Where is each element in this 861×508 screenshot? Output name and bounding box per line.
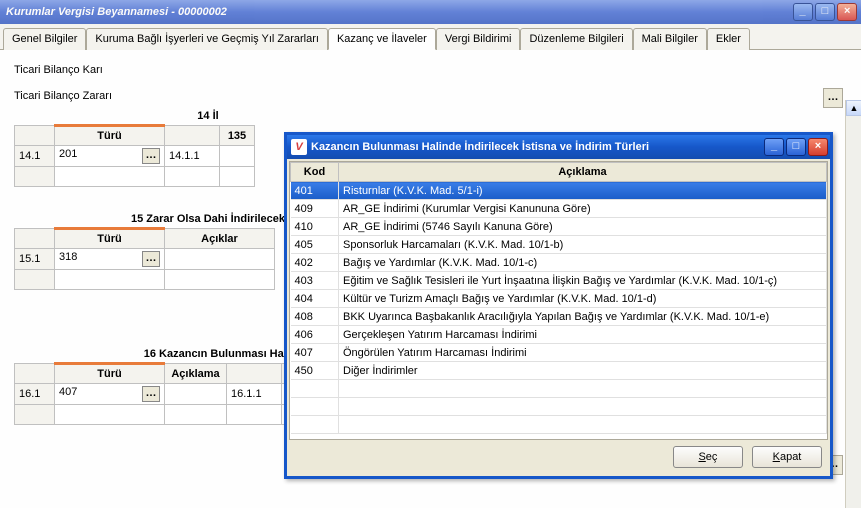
- close-dialog-button[interactable]: Kapat: [752, 446, 822, 468]
- lookup-button[interactable]: …: [142, 148, 160, 164]
- tab-2[interactable]: Kazanç ve İlaveler: [328, 28, 436, 50]
- lookup-button[interactable]: …: [142, 386, 160, 402]
- modal-cell-aciklama: BKK Uyarınca Başbakanlık Aracılığıyla Ya…: [339, 308, 827, 326]
- modal-row[interactable]: 406Gerçekleşen Yatırım Harcaması İndirim…: [291, 326, 827, 344]
- col-turu: Türü: [55, 126, 165, 146]
- modal-cell-aciklama: Gerçekleşen Yatırım Harcaması İndirimi: [339, 326, 827, 344]
- modal-cell-kod: 450: [291, 362, 339, 380]
- modal-title: Kazancın Bulunması Halinde İndirilecek İ…: [311, 141, 764, 153]
- modal-row-empty[interactable]: [291, 398, 827, 416]
- modal-row[interactable]: 402Bağış ve Yardımlar (K.V.K. Mad. 10/1-…: [291, 254, 827, 272]
- grid-14: Türü 135 14.1 201 … 14.1.1: [14, 124, 255, 187]
- modal-col-aciklama: Açıklama: [339, 163, 827, 182]
- cell-val2[interactable]: [220, 146, 255, 167]
- modal-cell-aciklama: Kültür ve Turizm Amaçlı Bağış ve Yardıml…: [339, 290, 827, 308]
- tab-3[interactable]: Vergi Bildirimi: [436, 28, 521, 50]
- modal-cell-aciklama: Bağış ve Yardımlar (K.V.K. Mad. 10/1-c): [339, 254, 827, 272]
- modal-row-empty[interactable]: [291, 416, 827, 434]
- row-index: 15.1: [15, 249, 55, 270]
- grid-15: Türü Açıklar 15.1 318 …: [14, 227, 275, 290]
- vertical-scrollbar[interactable]: ▲ ▼: [845, 100, 861, 508]
- cell-turu[interactable]: 318 …: [55, 249, 165, 270]
- modal-window-buttons: _ □ ×: [764, 138, 830, 156]
- modal-cell-kod: 406: [291, 326, 339, 344]
- lookup-button[interactable]: …: [142, 251, 160, 267]
- cell-turu[interactable]: 201 …: [55, 146, 165, 167]
- col-turu: Türü: [55, 364, 165, 384]
- modal-cell-aciklama: Diğer İndirimler: [339, 362, 827, 380]
- app-icon: V: [291, 139, 307, 155]
- modal-row[interactable]: 407Öngörülen Yatırım Harcaması İndirimi: [291, 344, 827, 362]
- tab-1[interactable]: Kuruma Bağlı İşyerleri ve Geçmiş Yıl Zar…: [86, 28, 328, 50]
- modal-cell-kod: 405: [291, 236, 339, 254]
- modal-cell-aciklama: AR_GE İndirimi (Kurumlar Vergisi Kanunun…: [339, 200, 827, 218]
- table-row[interactable]: [15, 167, 255, 187]
- modal-cell-kod: 404: [291, 290, 339, 308]
- modal-body: Kod Açıklama 401Risturnlar (K.V.K. Mad. …: [287, 159, 830, 476]
- table-row[interactable]: 15.1 318 …: [15, 249, 275, 270]
- modal-cell-aciklama: AR_GE İndirimi (5746 Sayılı Kanuna Göre): [339, 218, 827, 236]
- modal-row[interactable]: 404Kültür ve Turizm Amaçlı Bağış ve Yard…: [291, 290, 827, 308]
- modal-row[interactable]: 410AR_GE İndirimi (5746 Sayılı Kanuna Gö…: [291, 218, 827, 236]
- modal-cell-kod: 408: [291, 308, 339, 326]
- cell-subidx: 16.1.1: [227, 384, 282, 405]
- modal-grid[interactable]: Kod Açıklama 401Risturnlar (K.V.K. Mad. …: [289, 161, 828, 440]
- tab-0[interactable]: Genel Bilgiler: [3, 28, 86, 50]
- modal-cell-aciklama: Risturnlar (K.V.K. Mad. 5/1-i): [339, 182, 827, 200]
- modal-cell-kod: 407: [291, 344, 339, 362]
- modal-close-button[interactable]: ×: [808, 138, 828, 156]
- modal-col-kod: Kod: [291, 163, 339, 182]
- cell-turu[interactable]: 407 …: [55, 384, 165, 405]
- col-aciklama: Açıklama: [165, 364, 227, 384]
- modal-titlebar[interactable]: V Kazancın Bulunması Halinde İndirilecek…: [287, 135, 830, 159]
- modal-row[interactable]: 408BKK Uyarınca Başbakanlık Aracılığıyla…: [291, 308, 827, 326]
- col-turu: Türü: [55, 229, 165, 249]
- modal-cell-kod: 409: [291, 200, 339, 218]
- modal-row[interactable]: 403Eğitim ve Sağlık Tesisleri ile Yurt İ…: [291, 272, 827, 290]
- tab-bar: Genel BilgilerKuruma Bağlı İşyerleri ve …: [0, 24, 861, 50]
- modal-cell-kod: 410: [291, 218, 339, 236]
- modal-row[interactable]: 405Sponsorluk Harcamaları (K.V.K. Mad. 1…: [291, 236, 827, 254]
- scroll-up-icon[interactable]: ▲: [846, 100, 861, 116]
- tab-4[interactable]: Düzenleme Bilgileri: [520, 28, 632, 50]
- tab-6[interactable]: Ekler: [707, 28, 750, 50]
- close-button[interactable]: ×: [837, 3, 857, 21]
- modal-minimize-button[interactable]: _: [764, 138, 784, 156]
- col-aciklama-15: Açıklar: [165, 229, 275, 249]
- modal-cell-aciklama: Sponsorluk Harcamaları (K.V.K. Mad. 10/1…: [339, 236, 827, 254]
- col-135: 135: [220, 126, 255, 146]
- maximize-button[interactable]: □: [815, 3, 835, 21]
- tab-5[interactable]: Mali Bilgiler: [633, 28, 707, 50]
- modal-row-empty[interactable]: [291, 380, 827, 398]
- content-area: … Ticari Bilanço Karı Ticari Bilanço Zar…: [0, 50, 861, 508]
- section-14-header: 14 İl: [58, 110, 358, 122]
- modal-cell-kod: 401: [291, 182, 339, 200]
- ticari-bilanco-kari-label: Ticari Bilanço Karı: [14, 64, 853, 76]
- modal-maximize-button[interactable]: □: [786, 138, 806, 156]
- row-index: 14.1: [15, 146, 55, 167]
- main-titlebar[interactable]: Kurumlar Vergisi Beyannamesi - 00000002 …: [0, 0, 861, 24]
- side-ellipsis-1[interactable]: …: [823, 88, 843, 108]
- modal-cell-kod: 403: [291, 272, 339, 290]
- main-window-buttons: _ □ ×: [793, 3, 857, 21]
- main-title: Kurumlar Vergisi Beyannamesi - 00000002: [4, 6, 793, 18]
- minimize-button[interactable]: _: [793, 3, 813, 21]
- modal-dialog: V Kazancın Bulunması Halinde İndirilecek…: [284, 132, 833, 479]
- modal-row[interactable]: 401Risturnlar (K.V.K. Mad. 5/1-i): [291, 182, 827, 200]
- ticari-bilanco-zarari-label: Ticari Bilanço Zararı: [14, 90, 853, 102]
- cell-subidx: 14.1.1: [165, 146, 220, 167]
- modal-cell-aciklama: Eğitim ve Sağlık Tesisleri ile Yurt İnşa…: [339, 272, 827, 290]
- modal-cell-kod: 402: [291, 254, 339, 272]
- select-button[interactable]: Seç: [673, 446, 743, 468]
- modal-cell-aciklama: Öngörülen Yatırım Harcaması İndirimi: [339, 344, 827, 362]
- modal-footer: Seç Kapat: [289, 440, 828, 474]
- modal-row[interactable]: 450Diğer İndirimler: [291, 362, 827, 380]
- table-row[interactable]: [15, 270, 275, 290]
- table-row[interactable]: 14.1 201 … 14.1.1: [15, 146, 255, 167]
- modal-row[interactable]: 409AR_GE İndirimi (Kurumlar Vergisi Kanu…: [291, 200, 827, 218]
- row-index: 16.1: [15, 384, 55, 405]
